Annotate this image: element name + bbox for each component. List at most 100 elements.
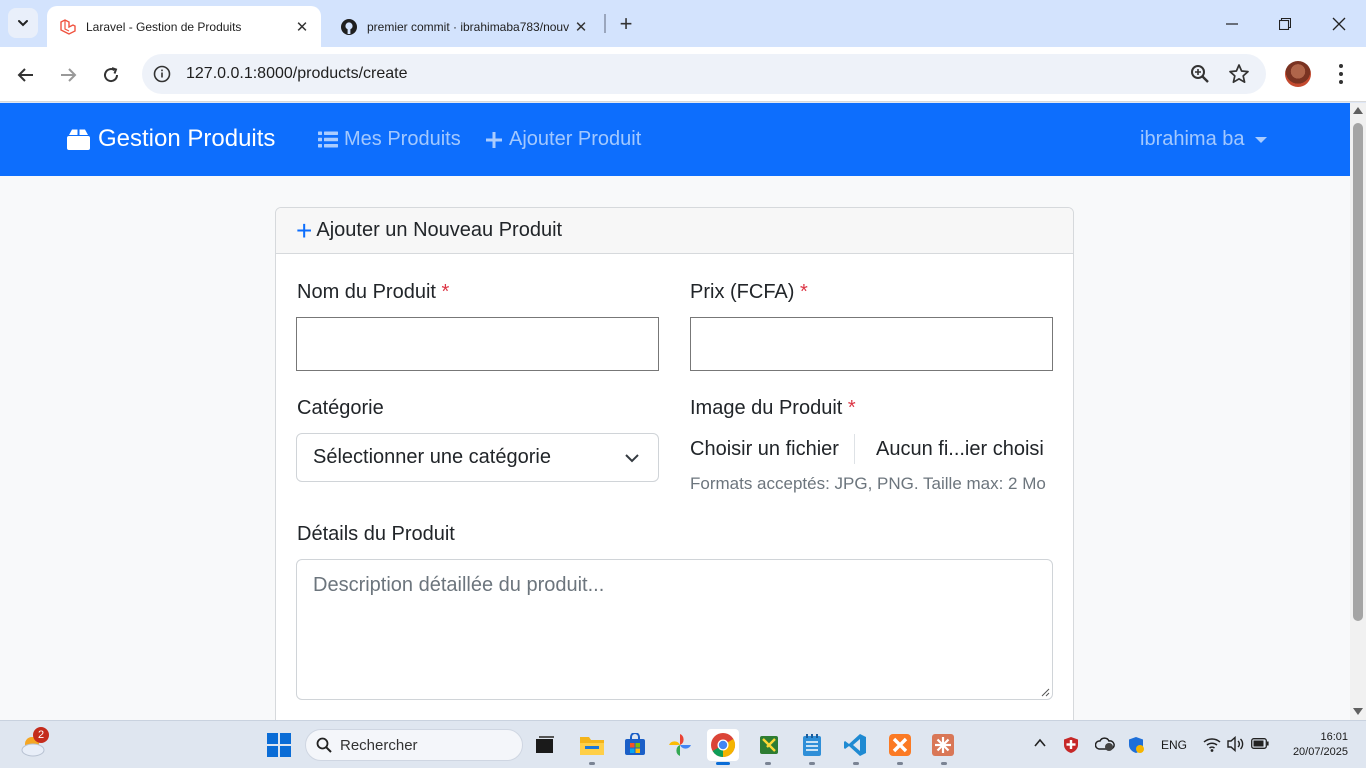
plus-icon: + (296, 214, 313, 246)
reload-button[interactable] (95, 59, 127, 91)
store-button[interactable] (619, 729, 651, 761)
claude-button[interactable] (927, 729, 959, 761)
close-window-button[interactable] (1313, 0, 1365, 47)
taskbar-clock[interactable]: 16:01 20/07/2025 (1278, 730, 1348, 760)
browser-tab-strip: Laravel - Gestion de Produits ✕ premier … (0, 0, 1366, 47)
chevron-down-icon (18, 20, 28, 27)
browser-toolbar: 127.0.0.1:8000/products/create (0, 47, 1366, 102)
form-title: Ajouter un Nouveau Produit (316, 219, 563, 241)
image-label: Image du Produit * (690, 397, 856, 419)
xampp-button[interactable] (884, 729, 916, 761)
bookmark-star-icon[interactable] (1228, 63, 1250, 85)
profile-avatar[interactable] (1285, 61, 1311, 87)
defender-icon[interactable] (1127, 736, 1145, 757)
browser-menu-icon[interactable] (1330, 62, 1352, 86)
restore-button[interactable] (1259, 0, 1311, 47)
notification-badge: 2 (33, 727, 49, 743)
close-icon (1332, 17, 1346, 30)
price-input[interactable] (690, 317, 1053, 371)
running-indicator (589, 762, 595, 765)
app-button[interactable] (753, 729, 785, 761)
details-textarea[interactable]: Description détaillée du produit... (296, 559, 1053, 700)
running-indicator (809, 762, 815, 765)
list-icon (318, 131, 338, 148)
forward-button[interactable] (52, 59, 84, 91)
navbar-brand[interactable]: Gestion Produits (67, 125, 275, 153)
nav-link-mes-produits[interactable]: Mes Produits (318, 128, 461, 151)
close-icon[interactable]: ✕ (570, 16, 592, 38)
xampp-icon (889, 734, 911, 756)
windows-icon (267, 733, 291, 757)
notepad-button[interactable] (796, 729, 828, 761)
taskbar-search[interactable]: Rechercher (305, 729, 523, 761)
card-header: + Ajouter un Nouveau Produit (276, 208, 1073, 254)
photos-button[interactable] (664, 729, 696, 761)
tab-title: Laravel - Gestion de Produits (86, 19, 242, 34)
nav-link-ajouter-produit[interactable]: Ajouter Produit (485, 128, 641, 151)
page-scrollbar[interactable] (1350, 103, 1366, 720)
onedrive-icon[interactable] (1094, 736, 1115, 755)
category-label: Catégorie (297, 397, 384, 419)
back-button[interactable] (10, 59, 42, 91)
info-icon[interactable] (152, 64, 172, 84)
clock-date: 20/07/2025 (1292, 746, 1348, 758)
pinwheel-icon (669, 734, 691, 756)
active-indicator (716, 762, 730, 765)
name-label: Nom du Produit * (297, 281, 450, 303)
new-tab-button[interactable]: + (612, 10, 640, 38)
running-indicator (897, 762, 903, 765)
scrollbar-thumb[interactable] (1353, 123, 1363, 621)
zoom-icon[interactable] (1190, 64, 1210, 84)
running-indicator (941, 762, 947, 765)
tab-laravel[interactable]: Laravel - Gestion de Produits ✕ (47, 6, 321, 47)
product-name-input[interactable] (296, 317, 659, 371)
resize-grip-icon[interactable] (1041, 688, 1050, 697)
scroll-down-icon[interactable] (1353, 708, 1363, 715)
language-indicator[interactable]: ENG (1161, 738, 1187, 752)
chrome-button[interactable] (707, 729, 739, 761)
clock-time: 16:01 (1320, 731, 1348, 743)
wifi-icon[interactable] (1203, 736, 1221, 755)
vscode-button[interactable] (839, 729, 871, 761)
file-name-text: Aucun fi...ier choisi (876, 438, 1044, 460)
chevron-down-icon (625, 454, 639, 463)
navbar: Gestion Produits Mes Produits Ajouter Pr… (0, 103, 1350, 176)
arrow-right-icon (61, 68, 77, 82)
security-shield-icon[interactable] (1063, 736, 1079, 757)
product-form-card: + Ajouter un Nouveau Produit Nom du Prod… (275, 207, 1074, 720)
user-dropdown[interactable]: ibrahima ba (1140, 128, 1267, 151)
search-placeholder: Rechercher (340, 736, 418, 754)
tab-search-button[interactable] (8, 8, 38, 38)
battery-icon[interactable] (1251, 738, 1269, 752)
restore-icon (1279, 17, 1291, 30)
arrow-left-icon (17, 68, 33, 82)
address-bar[interactable]: 127.0.0.1:8000/products/create (142, 54, 1266, 94)
category-selected-value: Sélectionner une catégorie (313, 446, 551, 468)
running-indicator (853, 762, 859, 765)
task-view-button[interactable] (529, 729, 561, 761)
category-select[interactable]: Sélectionner une catégorie (296, 433, 659, 482)
task-view-icon (536, 736, 554, 753)
tab-title: premier commit · ibrahimaba783/nouv (367, 19, 570, 34)
details-placeholder: Description détaillée du produit... (313, 574, 605, 596)
nav-link-label: Ajouter Produit (509, 128, 642, 150)
details-label: Détails du Produit (297, 523, 455, 545)
plus-icon (486, 131, 502, 148)
tab-github[interactable]: premier commit · ibrahimaba783/nouv ✕ (328, 6, 600, 47)
start-button[interactable] (263, 729, 295, 761)
url-text[interactable]: 127.0.0.1:8000/products/create (186, 65, 408, 83)
choose-file-button[interactable]: Choisir un fichier (690, 434, 855, 464)
volume-icon[interactable] (1227, 735, 1245, 755)
file-explorer-button[interactable] (576, 729, 608, 761)
windows-taskbar: 2 Rechercher ENG 16:01 20/07/2025 (0, 720, 1366, 768)
required-mark: * (847, 397, 856, 419)
reload-icon (104, 67, 119, 83)
weather-widget[interactable]: 2 (18, 727, 49, 760)
image-help-text: Formats acceptés: JPG, PNG. Taille max: … (690, 474, 1046, 493)
minimize-button[interactable] (1206, 0, 1258, 47)
required-mark: * (441, 281, 450, 303)
scroll-up-icon[interactable] (1353, 107, 1363, 114)
close-icon[interactable]: ✕ (291, 16, 313, 38)
tray-overflow-icon[interactable] (1033, 736, 1047, 753)
vscode-icon (844, 734, 866, 756)
